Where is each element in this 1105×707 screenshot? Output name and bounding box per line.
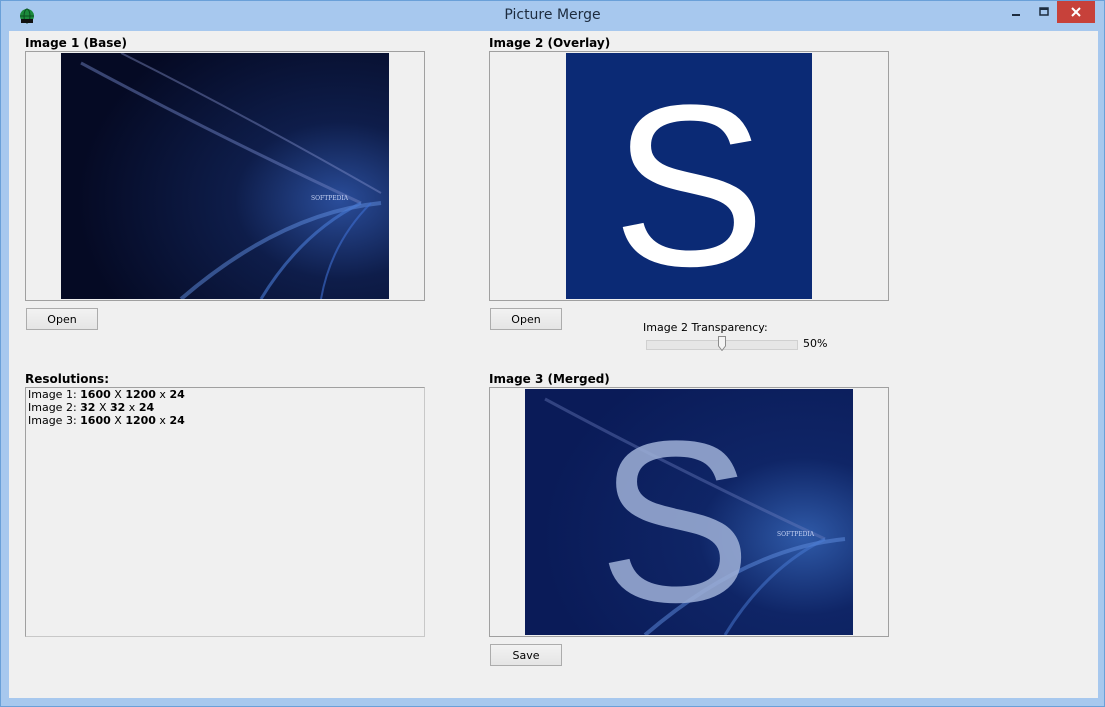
image1-picture: SOFTPEDIA xyxy=(61,53,389,299)
image3-label: Image 3 (Merged) xyxy=(489,372,610,386)
minimize-button[interactable] xyxy=(1001,1,1031,23)
window-title: Picture Merge xyxy=(504,7,601,23)
image3-watermark: SOFTPEDIA xyxy=(777,531,815,538)
resolutions-box: Image 1: 1600 X 1200 x 24 Image 2: 32 X … xyxy=(25,387,425,637)
close-icon xyxy=(1071,7,1081,17)
transparency-value: 50% xyxy=(803,337,828,350)
image1-label: Image 1 (Base) xyxy=(25,36,127,50)
image1-open-button[interactable]: Open xyxy=(26,308,98,330)
image3-preview: S SOFTPEDIA xyxy=(489,387,889,637)
resolutions-label: Resolutions: xyxy=(25,372,109,386)
image2-label: Image 2 (Overlay) xyxy=(489,36,611,50)
resolution-line-image2: Image 2: 32 X 32 x 24 xyxy=(28,401,155,414)
title-bar[interactable]: Picture Merge xyxy=(1,1,1104,31)
transparency-slider-thumb[interactable] xyxy=(718,336,726,351)
close-button[interactable] xyxy=(1057,1,1095,23)
image2-preview: S xyxy=(489,51,889,301)
image1-preview: SOFTPEDIA xyxy=(25,51,425,301)
app-window: Picture Merge Image 1 (Base) SOFTPEDIA O… xyxy=(0,0,1105,707)
maximize-icon xyxy=(1039,7,1049,16)
image2-open-button[interactable]: Open xyxy=(490,308,562,330)
transparency-label: Image 2 Transparency: xyxy=(643,321,768,334)
minimize-icon xyxy=(1012,14,1020,16)
image1-watermark: SOFTPEDIA xyxy=(311,195,349,202)
client-area: Image 1 (Base) SOFTPEDIA Open Image 2 (O… xyxy=(9,31,1098,698)
resolution-line-image1: Image 1: 1600 X 1200 x 24 xyxy=(28,388,185,401)
maximize-button[interactable] xyxy=(1031,1,1057,23)
save-button[interactable]: Save xyxy=(490,644,562,666)
image3-letter: S xyxy=(598,393,751,635)
image3-picture: S SOFTPEDIA xyxy=(525,389,853,635)
resolution-line-image3: Image 3: 1600 X 1200 x 24 xyxy=(28,414,185,427)
image2-letter: S xyxy=(612,57,765,299)
image2-picture: S xyxy=(566,53,812,299)
